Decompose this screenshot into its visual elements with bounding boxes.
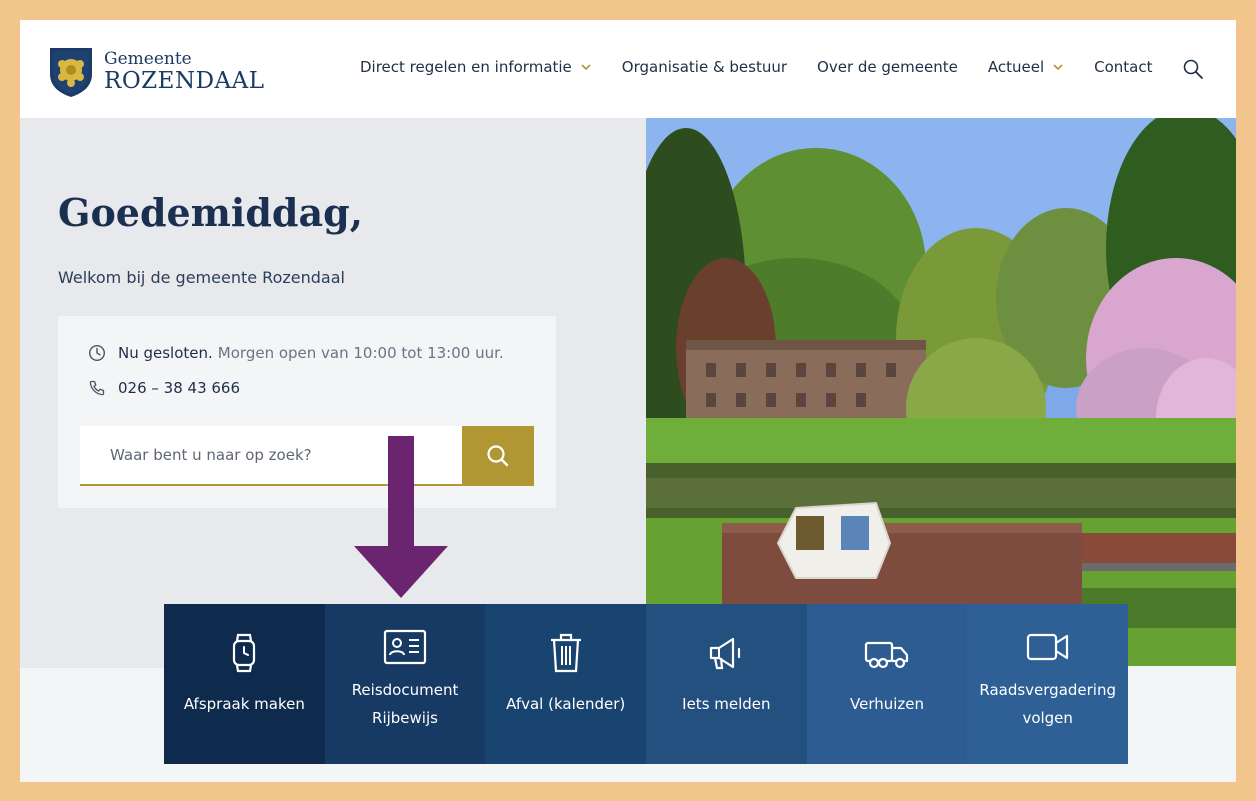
phone-icon [89,380,105,396]
tile-label: Raadsvergadering volgen [979,681,1117,727]
arrow-down-icon [354,436,448,598]
tile-afspraak-maken[interactable]: Afspraak maken [164,604,325,764]
park-photo-illustration [646,118,1236,666]
tile-reisdocument-rijbewijs[interactable]: Reisdocument Rijbewijs [324,604,486,764]
nav-item-label: Contact [1094,58,1153,76]
phone-row[interactable]: 026 – 38 43 666 [88,379,240,397]
video-camera-icon [1026,633,1068,661]
site-header: Gemeente ROZENDAAL Direct regelen en inf… [20,20,1236,118]
phone-number: 026 – 38 43 666 [118,379,241,397]
info-card: Nu gesloten. Morgen open van 10:00 tot 1… [58,316,556,508]
page-frame: Gemeente ROZENDAAL Direct regelen en inf… [20,20,1236,782]
truck-icon [864,641,909,669]
chevron-down-icon [1053,64,1063,71]
clock-icon [88,344,106,362]
search-icon [487,445,509,467]
nav-item-label: Actueel [987,58,1045,76]
hero-photo [646,118,1236,666]
nav-item-contact[interactable]: Contact [1094,58,1152,76]
tile-label: Afspraak maken [183,695,305,713]
nav-item-actueel[interactable]: Actueel [988,58,1064,76]
logo-text-rozendaal: ROZENDAAL [104,68,265,94]
search-form [80,426,534,486]
nav-item-over-de-gemeente[interactable]: Over de gemeente [817,58,958,76]
page-title: Goedemiddag, [58,190,363,235]
main-nav: Direct regelen en informatie Organisatie… [360,58,1182,76]
quick-links: Afspraak maken Reisdocument Rijbewijs Af… [164,604,1129,764]
nav-item-label: Direct regelen en informatie [360,58,572,76]
megaphone-icon [710,637,741,670]
tile-label: Afval (kalender) [506,695,626,713]
logo-text-gemeente: Gemeente [104,49,192,69]
tile-label: Verhuizen [850,695,925,713]
opening-hours: Nu gesloten. Morgen open van 10:00 tot 1… [88,344,504,362]
tile-raadsvergadering-volgen[interactable]: Raadsvergadering volgen [967,604,1129,764]
welcome-text: Welkom bij de gemeente Rozendaal [58,268,345,287]
tile-iets-melden[interactable]: Iets melden [646,604,807,764]
nav-item-organisatie[interactable]: Organisatie & bestuur [622,58,787,76]
tile-verhuizen[interactable]: Verhuizen [806,604,968,764]
watch-icon [233,633,256,673]
search-icon[interactable] [1182,58,1204,80]
chevron-down-icon [581,64,591,71]
site-logo[interactable]: Gemeente ROZENDAAL [48,46,265,98]
coat-of-arms-icon [50,48,92,97]
nav-item-label: Over de gemeente [817,58,958,76]
tile-label: Reisdocument Rijbewijs [351,681,459,727]
status-closed: Nu gesloten. [118,344,213,362]
search-button[interactable] [462,426,534,486]
nav-item-label: Organisatie & bestuur [621,58,788,76]
status-hours: Morgen open van 10:00 tot 13:00 uur. [217,344,504,362]
tile-label: Iets melden [682,695,771,713]
tile-afval-kalender[interactable]: Afval (kalender) [485,604,647,764]
id-card-icon [383,629,427,665]
nav-item-direct-regelen[interactable]: Direct regelen en informatie [360,58,592,76]
trash-icon [550,633,581,673]
